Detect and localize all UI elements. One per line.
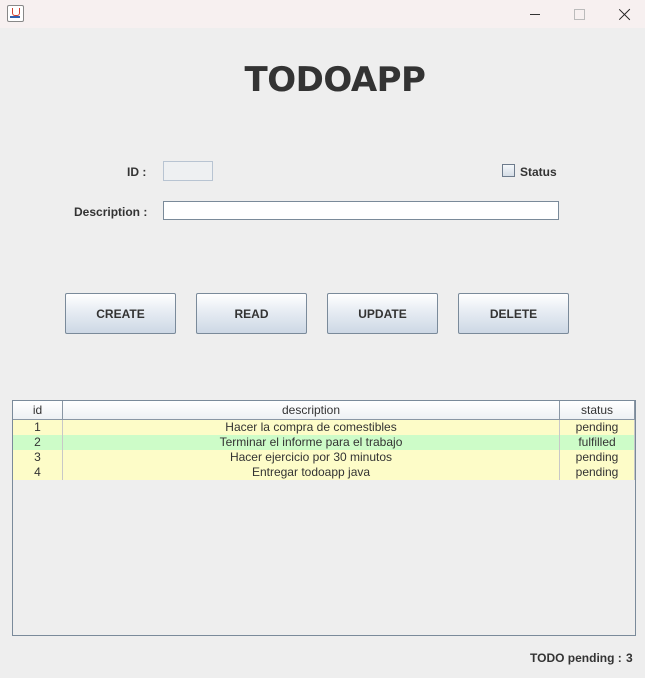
pending-count-value: 3 xyxy=(626,651,633,665)
close-icon xyxy=(619,8,631,20)
cell-description[interactable]: Terminar el informe para el trabajo xyxy=(62,435,560,450)
table-row[interactable]: 3 Hacer ejercicio por 30 minutos pending xyxy=(13,450,635,465)
create-button[interactable]: CREATE xyxy=(65,293,176,334)
maximize-button[interactable] xyxy=(556,0,602,28)
id-label: ID : xyxy=(127,165,147,179)
cell-status[interactable]: fulfilled xyxy=(559,435,635,450)
cell-description[interactable]: Hacer la compra de comestibles xyxy=(62,419,560,435)
cell-description[interactable]: Hacer ejercicio por 30 minutos xyxy=(62,450,560,465)
minimize-button[interactable] xyxy=(512,0,558,28)
cell-status[interactable]: pending xyxy=(559,450,635,465)
status-label[interactable]: Status xyxy=(520,165,557,179)
read-button[interactable]: READ xyxy=(196,293,307,334)
cell-id[interactable]: 1 xyxy=(13,419,63,435)
table-header: id description status xyxy=(13,401,635,420)
description-field[interactable] xyxy=(163,201,559,220)
cell-status[interactable]: pending xyxy=(559,419,635,435)
update-button[interactable]: UPDATE xyxy=(327,293,438,334)
table-row[interactable]: 1 Hacer la compra de comestibles pending xyxy=(13,419,635,435)
cell-id[interactable]: 2 xyxy=(13,435,63,450)
status-checkbox[interactable] xyxy=(502,164,515,177)
id-field[interactable] xyxy=(163,161,213,181)
todo-table[interactable]: id description status 1 Hacer la compra … xyxy=(12,400,636,636)
cell-id[interactable]: 3 xyxy=(13,450,63,465)
column-header-status[interactable]: status xyxy=(559,401,635,420)
column-header-id[interactable]: id xyxy=(13,401,63,420)
title-bar xyxy=(0,0,645,28)
close-button[interactable] xyxy=(602,0,645,28)
maximize-icon xyxy=(573,8,585,20)
delete-button[interactable]: DELETE xyxy=(458,293,569,334)
table-row[interactable]: 2 Terminar el informe para el trabajo fu… xyxy=(13,435,635,450)
description-label: Description : xyxy=(74,205,148,219)
pending-count-label: TODO pending : xyxy=(530,651,622,665)
minimize-icon xyxy=(530,13,540,15)
cell-status[interactable]: pending xyxy=(559,465,635,480)
app-title: TODOAPP xyxy=(244,60,426,100)
table-row[interactable]: 4 Entregar todoapp java pending xyxy=(13,465,635,480)
column-header-description[interactable]: description xyxy=(62,401,560,420)
java-icon xyxy=(7,5,24,22)
cell-description[interactable]: Entregar todoapp java xyxy=(62,465,560,480)
cell-id[interactable]: 4 xyxy=(13,465,63,480)
